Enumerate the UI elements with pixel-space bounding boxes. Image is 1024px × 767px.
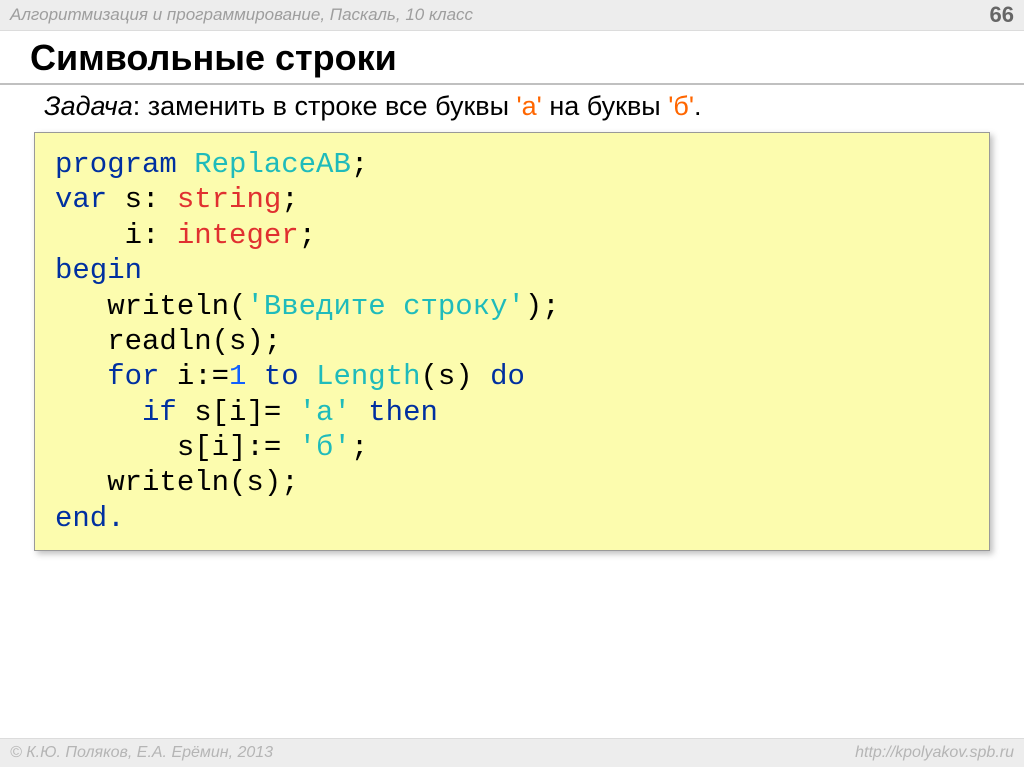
slide-page: Алгоритмизация и программирование, Паска… [0,0,1024,767]
kw-for: for [55,360,177,393]
assign: s[i]:= [55,431,299,464]
call-writeln2: writeln(s); [55,466,299,499]
kw-end: end. [55,502,125,535]
page-number: 66 [990,2,1014,28]
task-part2: на буквы [542,91,668,121]
task-part1: заменить в строке все буквы [148,91,517,121]
kw-var: var [55,183,125,216]
task-line: Задача: заменить в строке все буквы 'а' … [0,91,1024,132]
title-bar: Символьные строки [0,31,1024,81]
kw-program: program [55,148,194,181]
fn-length: Length [316,360,420,393]
footer-left: © К.Ю. Поляков, Е.А. Ерёмин, 2013 [10,744,273,762]
semi: ; [299,219,316,252]
if-cond: s[i]= [194,396,298,429]
footer-right: http://kpolyakov.spb.ru [855,744,1014,762]
kw-to: to [246,360,316,393]
code-block: program ReplaceAB; var s: string; i: int… [34,132,990,551]
kw-do: do [490,360,525,393]
kw-if: if [55,396,194,429]
call-readln: readln(s); [55,325,281,358]
task-lit-b: 'б' [668,91,694,121]
type-integer: integer [177,219,299,252]
num-1: 1 [229,360,246,393]
task-label: Задача [44,91,133,121]
decl-i: i: [55,219,177,252]
program-name: ReplaceAB [194,148,351,181]
task-sep: : [133,91,148,121]
call-writeln1a: writeln( [55,290,246,323]
call-writeln1b: ); [525,290,560,323]
for-assign: i:= [177,360,229,393]
task-lit-a: 'а' [517,91,542,121]
char-a: 'а' [299,396,351,429]
type-string: string [177,183,281,216]
title-divider [0,83,1024,85]
char-b: 'б' [299,431,351,464]
header-breadcrumb: Алгоритмизация и программирование, Паска… [10,5,473,25]
slide-title: Символьные строки [30,37,994,79]
semi: ; [351,431,368,464]
semi: ; [281,183,298,216]
kw-then: then [351,396,438,429]
task-tail: . [694,91,702,121]
header-bar: Алгоритмизация и программирование, Паска… [0,0,1024,31]
string-literal-1: 'Введите строку' [246,290,524,323]
semi: ; [351,148,368,181]
len-arg: (s) [421,360,491,393]
footer-bar: © К.Ю. Поляков, Е.А. Ерёмин, 2013 http:/… [0,738,1024,767]
kw-begin: begin [55,254,142,287]
decl-s: s: [125,183,177,216]
